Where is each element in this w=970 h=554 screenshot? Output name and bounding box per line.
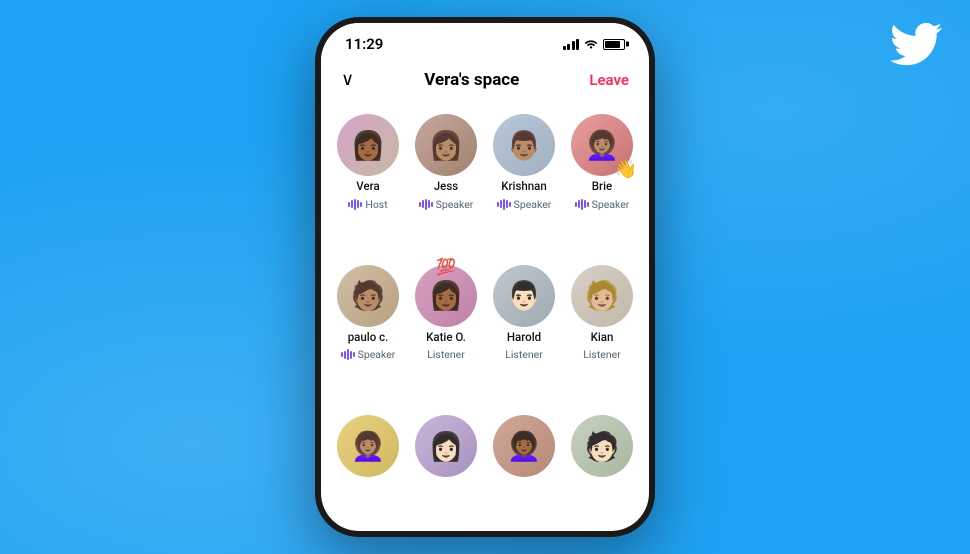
notch bbox=[435, 17, 535, 23]
avatar-row3b: 👩🏻 bbox=[415, 415, 477, 477]
role-label: Host bbox=[365, 198, 387, 211]
space-title: Vera's space bbox=[424, 70, 519, 90]
participant-role: Speaker bbox=[497, 198, 552, 211]
status-bar: 11:29 bbox=[321, 23, 649, 59]
role-label: Speaker bbox=[514, 198, 552, 211]
mic-wave-icon bbox=[348, 199, 362, 210]
role-label: Speaker bbox=[592, 198, 630, 211]
phone-screen: 11:29 ∨ Vera's bbox=[321, 23, 649, 531]
avatar-jess: 👩🏽 bbox=[415, 114, 477, 176]
wave-emoji: 👋 bbox=[615, 159, 637, 180]
avatar-row3a: 👩🏽‍🦱 bbox=[337, 415, 399, 477]
participant-brie[interactable]: 👩🏽‍🦱 👋 Brie Speaker bbox=[567, 114, 637, 253]
role-label: Listener bbox=[583, 348, 621, 361]
mic-wave-icon bbox=[419, 199, 433, 210]
avatar-row3c: 👩🏾‍🦱 bbox=[493, 415, 555, 477]
role-label: Speaker bbox=[358, 348, 396, 361]
participant-role: Speaker bbox=[341, 348, 396, 361]
avatar-krishnan: 👨🏽 bbox=[493, 114, 555, 176]
participant-name: Krishnan bbox=[501, 180, 547, 194]
participant-paulo[interactable]: 🧑🏽 paulo c. Speaker bbox=[333, 265, 403, 404]
participant-harold[interactable]: 👨🏻 Harold Listener bbox=[489, 265, 559, 404]
wifi-icon bbox=[584, 37, 598, 52]
chevron-down-icon[interactable]: ∨ bbox=[341, 69, 354, 90]
app-header: ∨ Vera's space Leave bbox=[321, 59, 649, 98]
mic-wave-icon bbox=[341, 349, 355, 360]
role-label: Listener bbox=[505, 348, 543, 361]
participant-row3b[interactable]: 👩🏻 bbox=[411, 415, 481, 523]
mic-wave-icon bbox=[497, 199, 511, 210]
role-label: Speaker bbox=[436, 198, 474, 211]
leave-button[interactable]: Leave bbox=[589, 71, 629, 89]
participant-jess[interactable]: 👩🏽 Jess Speaker bbox=[411, 114, 481, 253]
role-label: Listener bbox=[427, 348, 465, 361]
avatar-paulo: 🧑🏽 bbox=[337, 265, 399, 327]
avatar-row3d: 🧑🏻 bbox=[571, 415, 633, 477]
participant-row3c[interactable]: 👩🏾‍🦱 bbox=[489, 415, 559, 523]
participant-name: Katie O. bbox=[426, 331, 466, 345]
participants-grid: 👩🏾 Vera Host bbox=[321, 98, 649, 531]
avatar-kian: 🧑🏼 bbox=[571, 265, 633, 327]
participant-kian[interactable]: 🧑🏼 Kian Listener bbox=[567, 265, 637, 404]
mic-wave-icon bbox=[575, 199, 589, 210]
status-time: 11:29 bbox=[345, 35, 383, 53]
participant-role: Speaker bbox=[419, 198, 474, 211]
participant-name: Jess bbox=[434, 180, 458, 194]
participant-role: Listener bbox=[583, 348, 621, 361]
participant-row3d[interactable]: 🧑🏻 bbox=[567, 415, 637, 523]
avatar-harold: 👨🏻 bbox=[493, 265, 555, 327]
participant-vera[interactable]: 👩🏾 Vera Host bbox=[333, 114, 403, 253]
status-icons bbox=[563, 37, 626, 52]
participant-name: Harold bbox=[507, 331, 541, 345]
twitter-logo bbox=[890, 18, 942, 60]
participant-role: Listener bbox=[505, 348, 543, 361]
participant-name: Brie bbox=[592, 180, 612, 194]
participant-name: paulo c. bbox=[348, 331, 389, 345]
battery-icon bbox=[603, 39, 625, 50]
phone-container: 11:29 ∨ Vera's bbox=[315, 17, 655, 537]
participant-name: Kian bbox=[591, 331, 614, 345]
signal-icon bbox=[563, 38, 580, 50]
participant-name: Vera bbox=[356, 180, 379, 194]
participant-krishnan[interactable]: 👨🏽 Krishnan Speaker bbox=[489, 114, 559, 253]
participant-role: Host bbox=[348, 198, 387, 211]
participant-row3a[interactable]: 👩🏽‍🦱 bbox=[333, 415, 403, 523]
participant-role: Speaker bbox=[575, 198, 630, 211]
avatar-vera: 👩🏾 bbox=[337, 114, 399, 176]
participant-role: Listener bbox=[427, 348, 465, 361]
participant-katie[interactable]: 👩🏾 💯 Katie O. Listener bbox=[411, 265, 481, 404]
hundred-emoji: 💯 bbox=[436, 257, 456, 276]
